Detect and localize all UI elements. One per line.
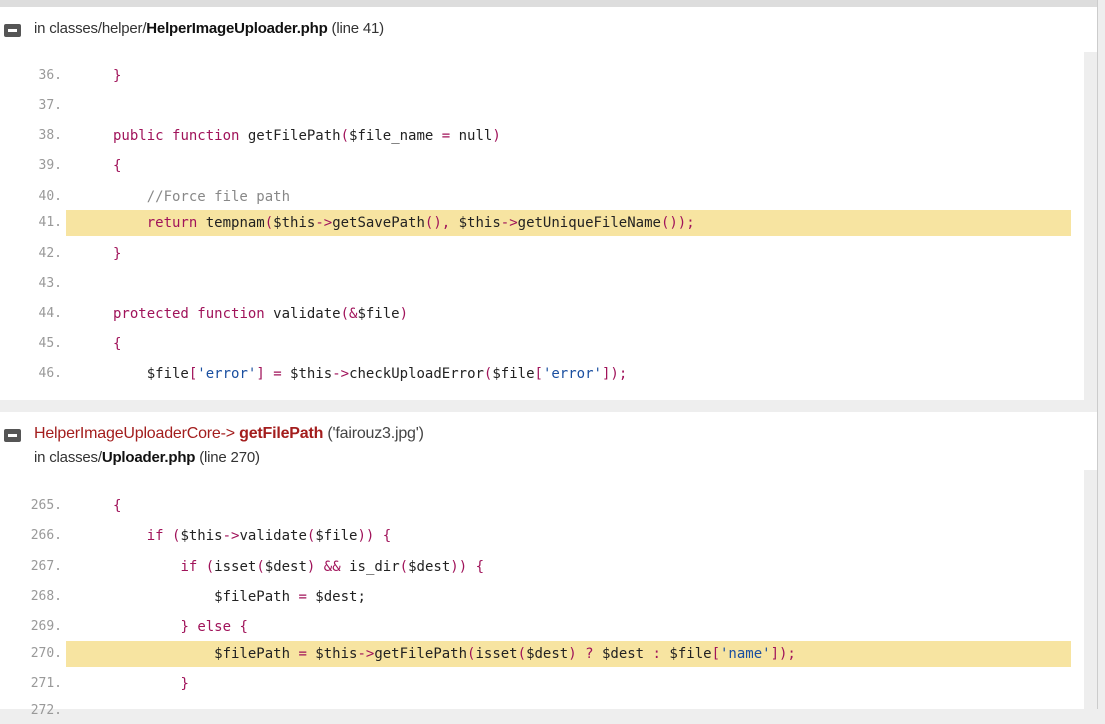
class-name: HelperImageUploaderCore-> <box>34 425 240 442</box>
code-text: public function getFilePath($file_name =… <box>113 128 501 144</box>
scrollbar-edge <box>1097 0 1098 709</box>
code-line: 43. <box>0 271 1084 297</box>
line-number: 269. <box>30 619 62 634</box>
code-line: 265. { <box>0 493 1084 519</box>
collapse-toggle-icon[interactable] <box>4 24 21 37</box>
line-number: 39. <box>38 158 62 173</box>
line-number: 43. <box>38 276 62 291</box>
code-line: 36.} <box>0 63 1084 89</box>
code-line: 269. } else { <box>0 614 1084 640</box>
line-number: 45. <box>38 336 62 351</box>
frame-2-function: HelperImageUploaderCore-> getFilePath ('… <box>34 425 424 443</box>
frame-2-file: in classes/Uploader.php (line 270) <box>34 449 260 466</box>
code-text: protected function validate(&$file) <box>113 306 409 322</box>
code-text: $filePath = $dest; <box>113 589 366 605</box>
line-number: 37. <box>38 98 62 113</box>
code-line: 44. protected function validate(&$file) <box>0 301 1084 327</box>
code-line: 268. $filePath = $dest; <box>0 584 1084 610</box>
method-args: ('fairouz3.jpg') <box>323 425 424 442</box>
code-line: 45. { <box>0 331 1084 357</box>
line-number: 265. <box>30 498 62 513</box>
code-line: 37. <box>0 93 1084 119</box>
line-number: 272. <box>30 703 62 718</box>
line-number: 38. <box>38 128 62 143</box>
line-number: 271. <box>30 676 62 691</box>
file-name: Uploader.php <box>101 449 196 466</box>
frame-2-header: HelperImageUploaderCore-> getFilePath ('… <box>0 412 1097 470</box>
file-path-prefix: in classes/helper/ <box>34 20 147 37</box>
line-number: 266. <box>30 528 62 543</box>
line-info: (line 41) <box>327 20 385 37</box>
code-line: 40. //Force file path <box>0 184 1084 210</box>
method-name: getFilePath <box>239 425 324 442</box>
code-line: 266. if ($this->validate($file)) { <box>0 523 1084 549</box>
code-text: { <box>113 158 122 174</box>
frame-1-file: in classes/helper/HelperImageUploader.ph… <box>34 20 384 37</box>
code-line: 39. { <box>0 153 1084 179</box>
code-text: if ($this->validate($file)) { <box>146 528 392 544</box>
code-text: return tempnam($this->getSavePath(), $th… <box>146 215 695 231</box>
line-number: 44. <box>38 306 62 321</box>
line-number: 268. <box>30 589 62 604</box>
code-line-highlighted: 270. $filePath = $this->getFilePath(isse… <box>0 641 1084 667</box>
frame-2-code-block: 265. { 266. if ($this->validate($file)) {… <box>0 470 1084 718</box>
code-line: 38. public function getFilePath($file_nam… <box>0 123 1084 149</box>
line-number: 46. <box>38 366 62 381</box>
code-line-highlighted: 41. return tempnam($this->getSavePath(),… <box>0 210 1084 236</box>
code-line: 267. if (isset($dest) && is_dir($dest)) … <box>0 554 1084 580</box>
line-number: 41. <box>38 215 62 230</box>
line-number: 267. <box>30 559 62 574</box>
code-text: $file['error'] = $this->checkUploadError… <box>113 366 628 382</box>
code-text: } <box>180 676 189 692</box>
code-text: } <box>113 68 122 84</box>
code-line: 271. } <box>0 671 1084 697</box>
code-text: } <box>113 246 122 262</box>
line-number: 36. <box>38 68 62 83</box>
collapse-toggle-icon[interactable] <box>4 429 21 442</box>
code-line: 272. <box>0 698 1084 724</box>
file-path-prefix: in classes/ <box>34 449 102 466</box>
code-text: if (isset($dest) && is_dir($dest)) { <box>180 559 484 575</box>
top-bar <box>0 0 1097 7</box>
code-text: $filePath = $this->getFilePath(isset($de… <box>113 646 796 662</box>
line-number: 42. <box>38 246 62 261</box>
line-number: 40. <box>38 189 62 204</box>
line-number: 270. <box>30 646 62 661</box>
code-text: { <box>113 498 122 514</box>
code-text: { <box>113 336 122 352</box>
code-line: 46. $file['error'] = $this->checkUploadE… <box>0 361 1084 387</box>
code-text: //Force file path <box>146 189 291 205</box>
file-name: HelperImageUploader.php <box>146 20 328 37</box>
frame-1-header: in classes/helper/HelperImageUploader.ph… <box>0 7 1097 52</box>
code-line: 42.} <box>0 241 1084 267</box>
frame-1-code-block: 36.} 37. 38. public function getFilePath(… <box>0 52 1084 400</box>
line-info: (line 270) <box>195 449 260 466</box>
code-text: } else { <box>180 619 248 635</box>
